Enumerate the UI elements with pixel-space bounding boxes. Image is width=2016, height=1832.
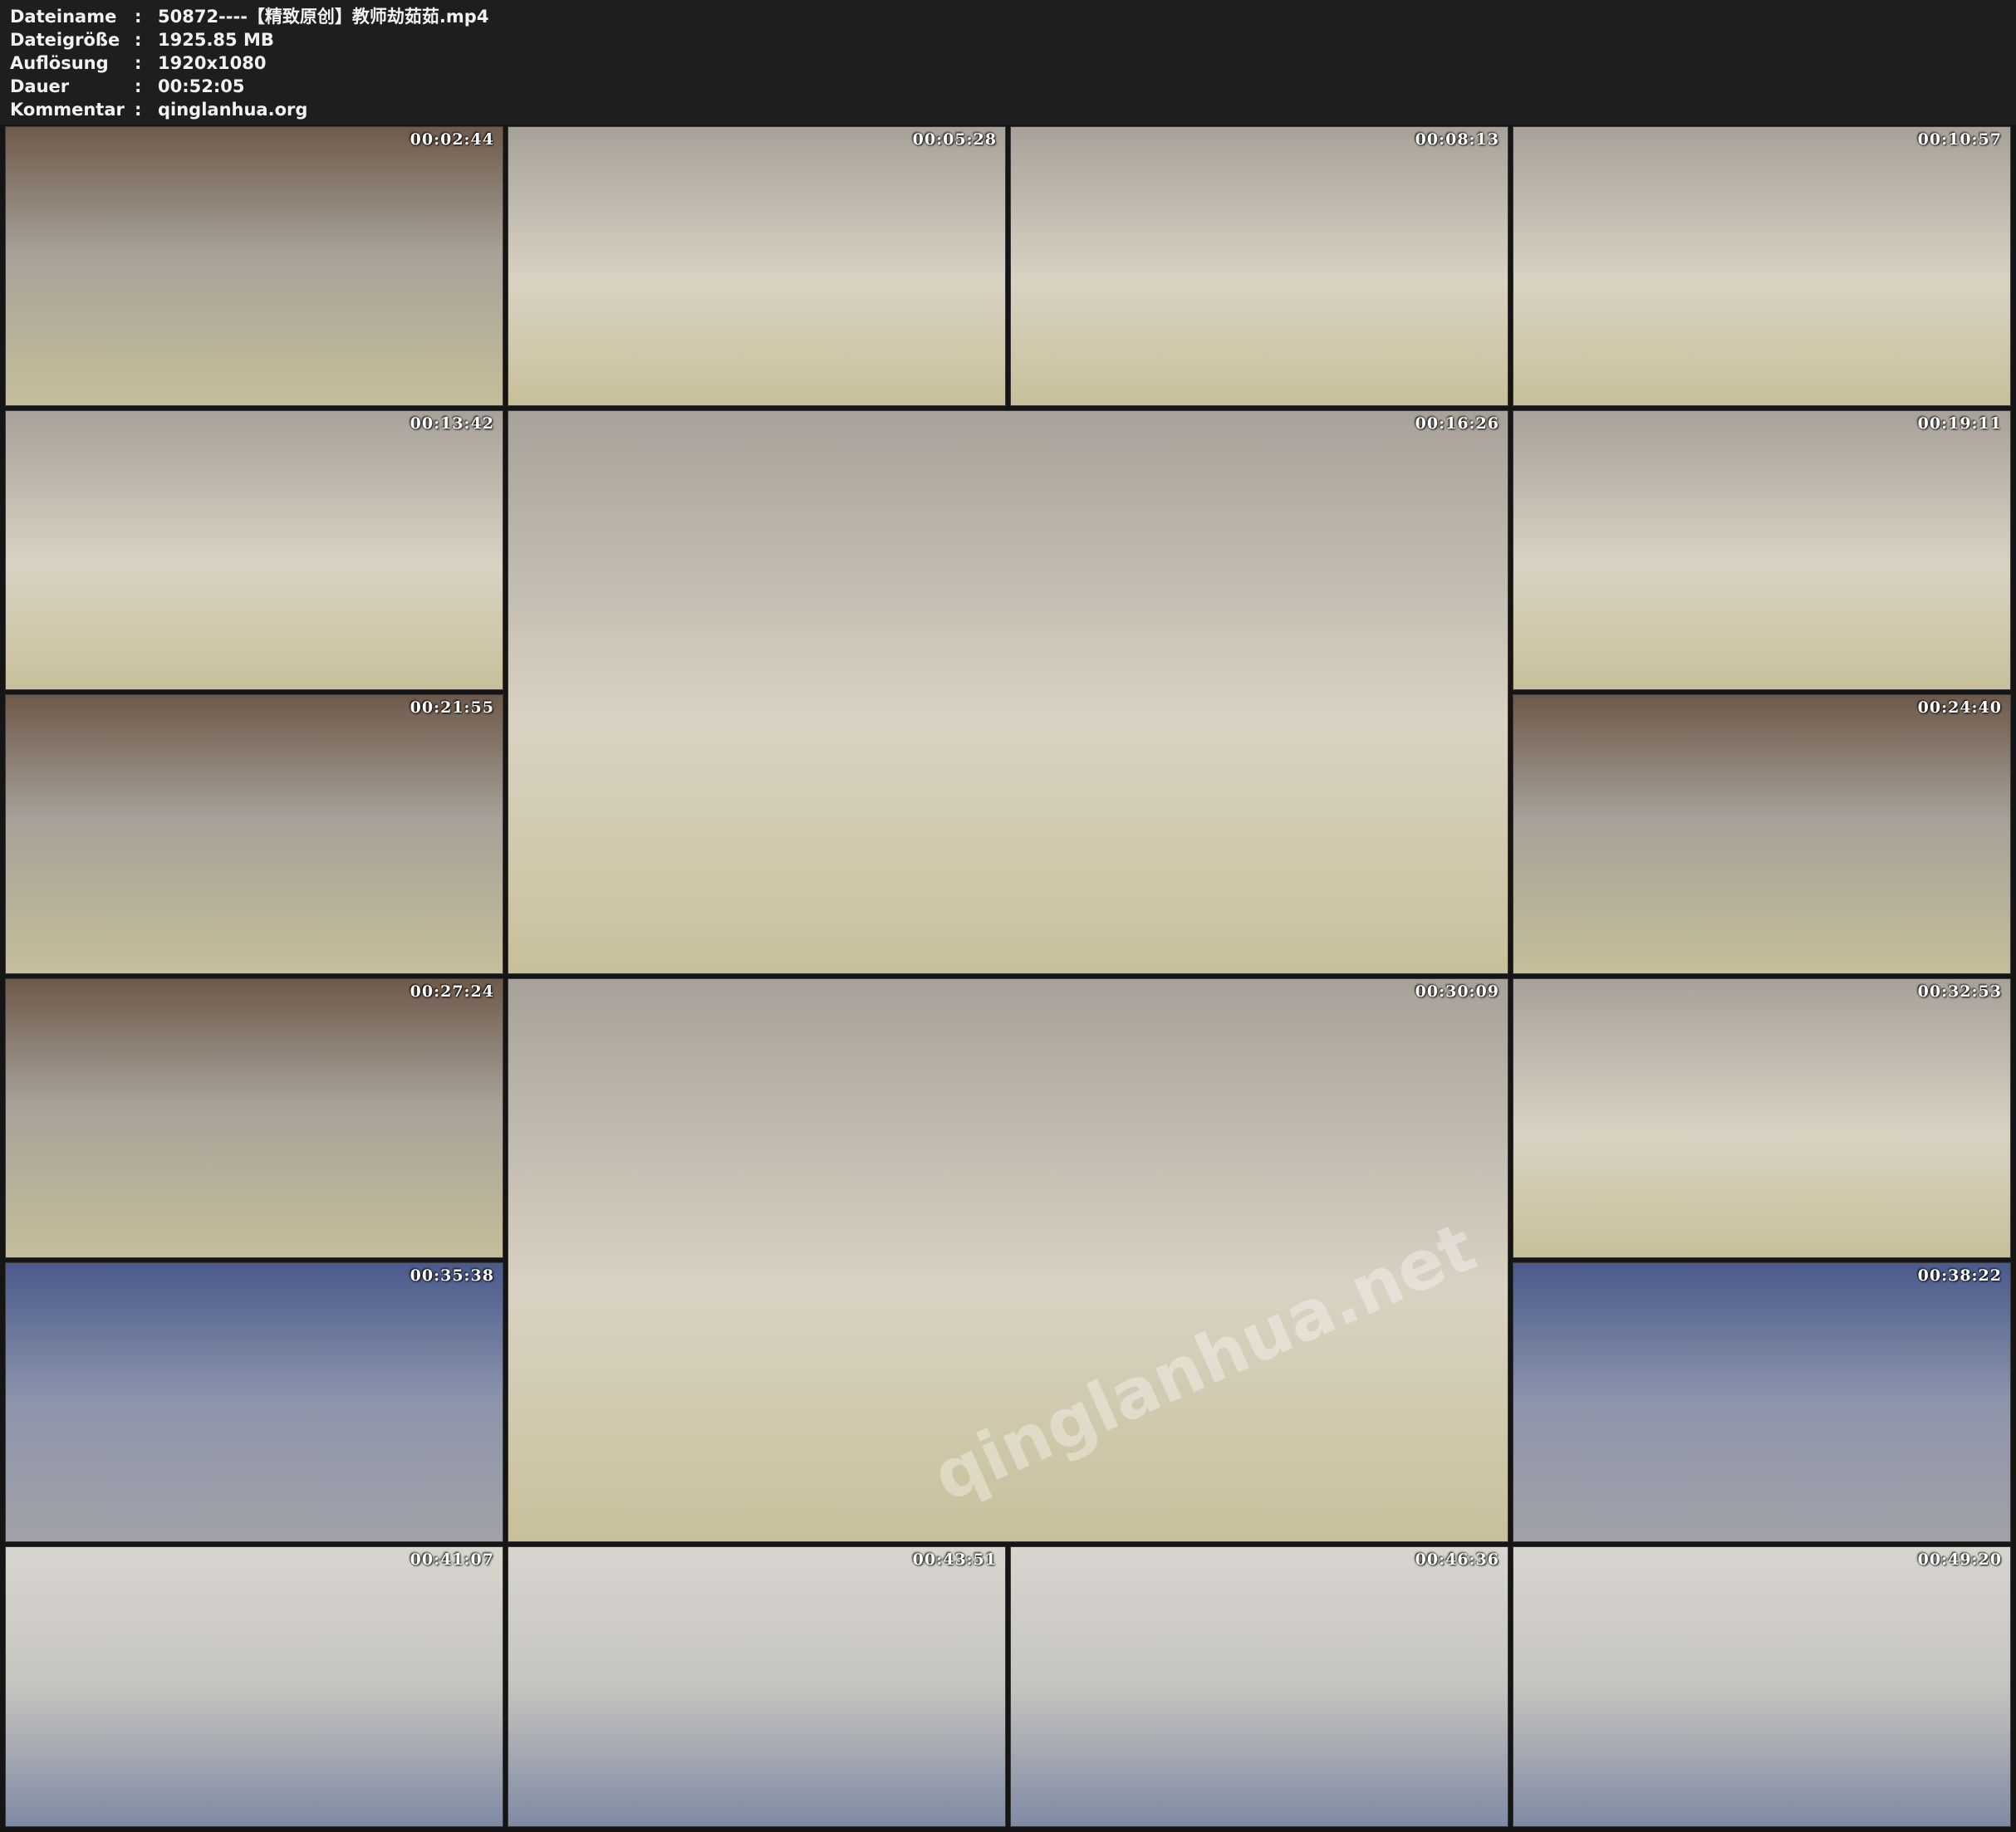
timestamp: 00:19:11 <box>1917 414 2002 433</box>
meta-value: 1925.85 MB <box>158 30 274 50</box>
timestamp: 00:08:13 <box>1415 130 1499 149</box>
thumbnail[interactable]: 00:13:42 <box>5 410 503 690</box>
meta-separator: : <box>135 100 142 120</box>
thumbnail[interactable]: 00:27:24 <box>5 978 503 1258</box>
thumbnail[interactable]: 00:02:44 <box>5 126 503 406</box>
thumbnail-image <box>6 411 503 689</box>
timestamp: 00:41:07 <box>410 1550 494 1569</box>
thumbnail-large[interactable]: 00:16:26 <box>508 410 1508 974</box>
timestamp: 00:21:55 <box>410 698 494 717</box>
thumbnail-image <box>6 695 503 973</box>
thumbnail-image <box>1513 1263 2010 1541</box>
meta-row-filename: Dateiname:50872----【精致原创】教师劫茹茹.mp4 <box>10 5 488 28</box>
meta-value: 1920x1080 <box>158 53 267 73</box>
thumbnail[interactable]: 00:38:22 <box>1513 1262 2011 1542</box>
meta-label: Auflösung <box>10 53 109 73</box>
timestamp: 00:32:53 <box>1917 982 2002 1001</box>
thumbnail[interactable]: 00:46:36 <box>1010 1546 1508 1827</box>
meta-label: Dateiname <box>10 7 117 27</box>
thumbnail[interactable]: 00:49:20 <box>1513 1546 2011 1827</box>
thumbnail-image <box>508 411 1508 973</box>
thumbnail-image <box>1513 695 2010 973</box>
timestamp: 00:43:51 <box>912 1550 997 1569</box>
meta-label: Dateigröße <box>10 30 120 50</box>
metadata-header: Dateiname:50872----【精致原创】教师劫茹茹.mp4 Datei… <box>0 0 2016 125</box>
thumbnail-image <box>1513 1547 2010 1826</box>
thumbnail-image <box>6 1263 503 1541</box>
thumbnail[interactable]: 00:08:13 <box>1010 126 1508 406</box>
timestamp: 00:30:09 <box>1415 982 1499 1001</box>
thumbnail[interactable]: 00:10:57 <box>1513 126 2011 406</box>
meta-label: Kommentar <box>10 100 125 120</box>
meta-label: Dauer <box>10 76 70 96</box>
meta-value: qinglanhua.org <box>158 100 308 120</box>
thumbnail-image <box>508 1547 1005 1826</box>
thumbnail[interactable]: 00:19:11 <box>1513 410 2011 690</box>
thumbnail-image <box>1513 411 2010 689</box>
thumbnail-image <box>508 127 1005 405</box>
meta-value: 00:52:05 <box>158 76 245 96</box>
timestamp: 00:49:20 <box>1917 1550 2002 1569</box>
timestamp: 00:24:40 <box>1917 698 2002 717</box>
thumbnail-image <box>6 979 503 1257</box>
timestamp: 00:05:28 <box>912 130 997 149</box>
thumbnail[interactable]: 00:32:53 <box>1513 978 2011 1258</box>
meta-row-comment: Kommentar: qinglanhua.org <box>10 98 307 121</box>
meta-separator: : <box>135 7 142 27</box>
meta-row-resolution: Auflösung:1920x1080 <box>10 51 266 75</box>
timestamp: 00:35:38 <box>410 1266 494 1285</box>
thumbnail-image <box>1513 979 2010 1257</box>
meta-separator: : <box>135 76 142 96</box>
thumbnail[interactable]: 00:43:51 <box>508 1546 1006 1827</box>
thumbnail-image <box>1011 127 1508 405</box>
meta-separator: : <box>135 53 142 73</box>
timestamp: 00:16:26 <box>1415 414 1499 433</box>
timestamp: 00:46:36 <box>1415 1550 1499 1569</box>
thumbnail-image <box>6 127 503 405</box>
meta-row-filesize: Dateigröße:1925.85 MB <box>10 28 274 51</box>
timestamp: 00:10:57 <box>1917 130 2002 149</box>
timestamp: 00:02:44 <box>410 130 494 149</box>
meta-row-duration: Dauer:00:52:05 <box>10 75 244 98</box>
timestamp: 00:27:24 <box>410 982 494 1001</box>
timestamp: 00:38:22 <box>1917 1266 2002 1285</box>
thumbnail[interactable]: 00:05:28 <box>508 126 1006 406</box>
thumbnail-image <box>1011 1547 1508 1826</box>
meta-value: 50872----【精致原创】教师劫茹茹.mp4 <box>158 7 489 27</box>
thumbnail[interactable]: 00:41:07 <box>5 1546 503 1827</box>
thumbnail[interactable]: 00:24:40 <box>1513 694 2011 974</box>
thumbnail[interactable]: 00:21:55 <box>5 694 503 974</box>
meta-separator: : <box>135 30 142 50</box>
thumbnail[interactable]: 00:35:38 <box>5 1262 503 1542</box>
thumbnail-image <box>6 1547 503 1826</box>
timestamp: 00:13:42 <box>410 414 494 433</box>
thumbnail-image <box>1513 127 2010 405</box>
